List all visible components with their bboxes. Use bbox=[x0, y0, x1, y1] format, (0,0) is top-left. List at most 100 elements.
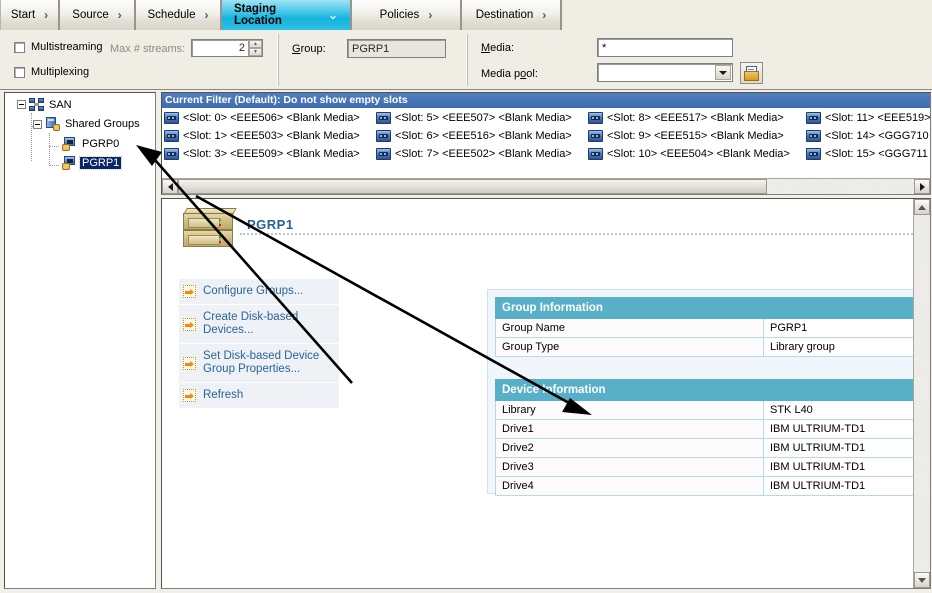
list-item[interactable]: <Slot: 1> <EEE503> <Blank Media> bbox=[164, 127, 376, 145]
chevron-right-icon: › bbox=[428, 9, 432, 21]
slot-label: <Slot: 5> <EEE507> <Blank Media> bbox=[395, 112, 572, 124]
max-streams-stepper-buttons[interactable]: ▲ ▼ bbox=[248, 40, 262, 56]
list-item[interactable]: <Slot: 0> <EEE506> <Blank Media> bbox=[164, 109, 376, 127]
slot-label: <Slot: 1> <EEE503> <Blank Media> bbox=[183, 130, 360, 142]
horizontal-scroll-track[interactable] bbox=[178, 179, 914, 194]
scroll-right-icon[interactable] bbox=[914, 179, 930, 194]
link-set-disk-based-device-group-properties-label: Set Disk-based Device Group Properties..… bbox=[203, 350, 333, 376]
tab-destination-label: Destination bbox=[476, 9, 534, 21]
expand-collapse-icon[interactable] bbox=[17, 100, 26, 109]
list-item[interactable]: <Slot: 11> <EEE519> bbox=[806, 109, 931, 127]
horizontal-scroll-thumb[interactable] bbox=[178, 179, 767, 194]
max-streams-label: Max # streams: bbox=[110, 43, 185, 55]
device-information-table: Device Information Library STK L40 Drive… bbox=[495, 379, 931, 496]
tape-icon bbox=[806, 148, 821, 160]
tape-icon bbox=[806, 130, 821, 142]
information-tables: Group Information Group Name PGRP1 Group… bbox=[495, 297, 931, 518]
tree-node-pgrp1-label: PGRP1 bbox=[80, 157, 121, 169]
link-configure-groups[interactable]: Configure Groups... bbox=[179, 279, 339, 305]
library-device-icon bbox=[179, 205, 237, 251]
device-group-icon bbox=[62, 156, 77, 170]
drive4-value: IBM ULTRIUM-TD1 bbox=[764, 477, 932, 496]
media-pool-dropdown[interactable] bbox=[597, 63, 733, 82]
library-value: STK L40 bbox=[764, 401, 932, 420]
group-type-key: Group Type bbox=[496, 338, 764, 357]
tree-node-san[interactable]: SAN bbox=[17, 98, 74, 111]
orange-arrow-icon bbox=[183, 285, 196, 298]
multistreaming-checkbox-row[interactable]: Multistreaming bbox=[14, 41, 103, 53]
tape-icon bbox=[376, 148, 391, 160]
media-label: Media: bbox=[481, 42, 514, 54]
max-streams-stepper[interactable]: 2 ▲ ▼ bbox=[191, 39, 263, 57]
multistreaming-checkbox[interactable] bbox=[14, 42, 25, 53]
vertical-scrollbar[interactable] bbox=[913, 199, 930, 588]
orange-arrow-icon bbox=[183, 357, 196, 370]
tab-staging-location[interactable]: Staging Location ⌄ bbox=[222, 0, 352, 30]
tree-node-san-label: SAN bbox=[47, 99, 74, 111]
tree-node-shared-groups[interactable]: Shared Groups bbox=[33, 117, 142, 131]
media-field[interactable]: * bbox=[597, 38, 733, 57]
tape-icon bbox=[376, 130, 391, 142]
multiplexing-checkbox-row[interactable]: Multiplexing bbox=[14, 66, 89, 78]
media-pool-label: Media pool: bbox=[481, 68, 538, 80]
slot-label: <Slot: 9> <EEE515> <Blank Media> bbox=[607, 130, 784, 142]
list-item[interactable]: <Slot: 10> <EEE504> <Blank Media> bbox=[588, 145, 806, 163]
horizontal-scrollbar[interactable] bbox=[162, 178, 930, 194]
link-set-disk-based-device-group-properties[interactable]: Set Disk-based Device Group Properties..… bbox=[179, 344, 339, 383]
toolbar-divider-1 bbox=[277, 34, 279, 86]
san-tree-panel[interactable]: SAN Shared Groups PGRP0 PGRP1 bbox=[4, 92, 156, 589]
expand-collapse-icon[interactable] bbox=[33, 120, 42, 129]
tree-node-pgrp0[interactable]: PGRP0 bbox=[62, 137, 121, 151]
table-row: Drive2 IBM ULTRIUM-TD1 bbox=[496, 439, 932, 458]
device-information-header: Device Information bbox=[496, 380, 932, 401]
slot-label: <Slot: 6> <EEE516> <Blank Media> bbox=[395, 130, 572, 142]
chevron-right-icon: › bbox=[44, 9, 48, 21]
tree-connector bbox=[49, 165, 59, 166]
media-slot-panel[interactable]: Current Filter (Default): Do not show em… bbox=[161, 92, 931, 195]
tab-source[interactable]: Source › bbox=[60, 0, 136, 30]
tree-node-pgrp1[interactable]: PGRP1 bbox=[62, 156, 121, 170]
group-value: PGRP1 bbox=[352, 43, 389, 55]
multiplexing-checkbox[interactable] bbox=[14, 67, 25, 78]
list-item[interactable]: <Slot: 6> <EEE516> <Blank Media> bbox=[376, 127, 588, 145]
drive3-value: IBM ULTRIUM-TD1 bbox=[764, 458, 932, 477]
stepper-up-icon[interactable]: ▲ bbox=[249, 40, 262, 48]
tab-destination[interactable]: Destination › bbox=[462, 0, 562, 30]
chevron-right-icon: › bbox=[204, 9, 208, 21]
device-group-icon bbox=[62, 137, 77, 151]
group-label: Group: bbox=[292, 43, 326, 55]
chevron-down-icon[interactable] bbox=[715, 65, 731, 80]
list-item[interactable]: <Slot: 3> <EEE509> <Blank Media> bbox=[164, 145, 376, 163]
action-links-panel: Configure Groups... Create Disk-based De… bbox=[179, 279, 339, 408]
list-item[interactable]: <Slot: 7> <EEE502> <Blank Media> bbox=[376, 145, 588, 163]
slot-label: <Slot: 14> <GGG710 bbox=[825, 130, 929, 142]
stepper-down-icon[interactable]: ▼ bbox=[249, 48, 262, 56]
tab-start[interactable]: Start › bbox=[0, 0, 60, 30]
list-item[interactable]: <Slot: 14> <GGG710 bbox=[806, 127, 931, 145]
table-header-row: Group Information bbox=[496, 298, 932, 319]
list-item[interactable]: <Slot: 5> <EEE507> <Blank Media> bbox=[376, 109, 588, 127]
list-item[interactable]: <Slot: 9> <EEE515> <Blank Media> bbox=[588, 127, 806, 145]
max-streams-value: 2 bbox=[192, 42, 248, 54]
tab-schedule[interactable]: Schedule › bbox=[136, 0, 222, 30]
group-name-value: PGRP1 bbox=[764, 319, 932, 338]
list-item[interactable]: <Slot: 15> <GGG711 bbox=[806, 145, 931, 163]
media-value: * bbox=[602, 42, 606, 54]
link-configure-groups-label: Configure Groups... bbox=[203, 285, 303, 298]
link-refresh[interactable]: Refresh bbox=[179, 383, 339, 408]
group-field[interactable]: PGRP1 bbox=[347, 39, 446, 58]
link-create-disk-based-devices[interactable]: Create Disk-based Devices... bbox=[179, 305, 339, 344]
scroll-left-icon[interactable] bbox=[162, 179, 178, 194]
list-item[interactable]: <Slot: 8> <EEE517> <Blank Media> bbox=[588, 109, 806, 127]
tree-connector bbox=[49, 133, 50, 166]
scroll-up-icon[interactable] bbox=[914, 199, 930, 215]
multistreaming-label: Multistreaming bbox=[31, 41, 103, 53]
scroll-down-icon[interactable] bbox=[914, 572, 930, 588]
current-filter-bar: Current Filter (Default): Do not show em… bbox=[162, 93, 930, 108]
link-create-disk-based-devices-label: Create Disk-based Devices... bbox=[203, 311, 333, 337]
tab-policies[interactable]: Policies › bbox=[352, 0, 462, 30]
drive2-value: IBM ULTRIUM-TD1 bbox=[764, 439, 932, 458]
media-pool-browse-button[interactable] bbox=[740, 62, 763, 84]
application-window: Start › Source › Schedule › Staging Loca… bbox=[0, 0, 932, 593]
tape-icon bbox=[164, 148, 179, 160]
